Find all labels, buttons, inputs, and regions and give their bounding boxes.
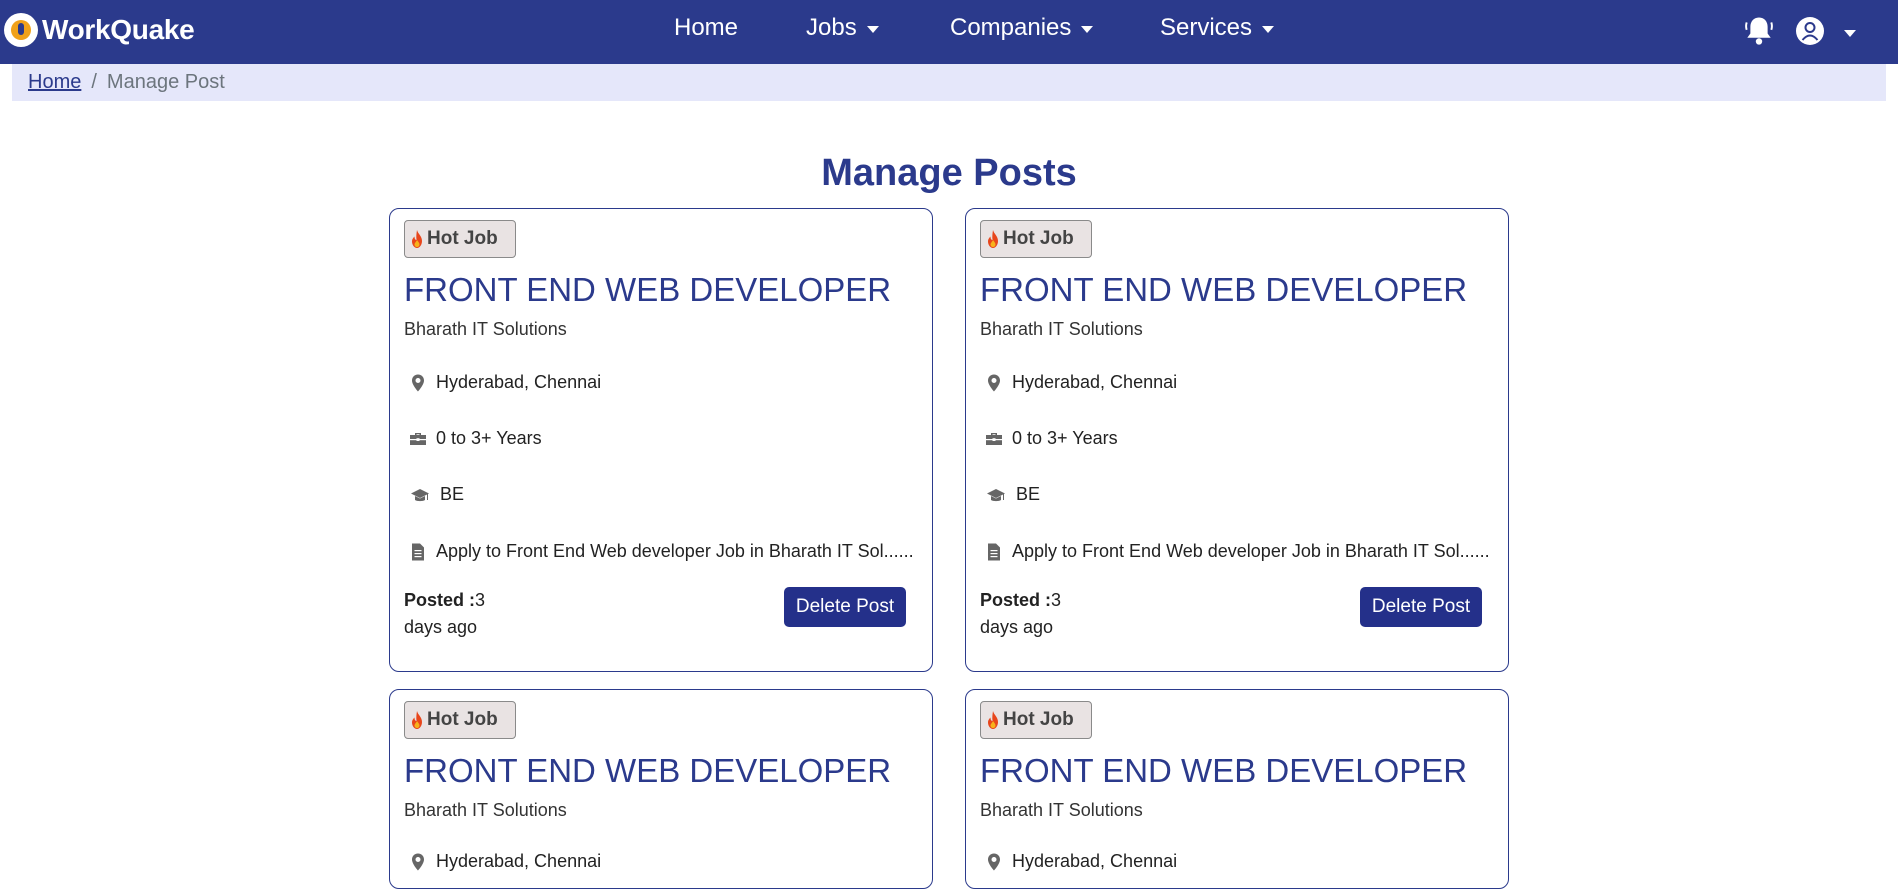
- education-text: BE: [1016, 484, 1041, 504]
- breadcrumb-home-link[interactable]: Home: [28, 71, 81, 94]
- breadcrumb: Home / Manage Post: [12, 64, 1886, 101]
- job-title[interactable]: FRONT END WEB DEVELOPER: [404, 752, 891, 790]
- nav-item-label: Home: [674, 14, 739, 41]
- posted-suffix: days ago: [980, 617, 1054, 637]
- top-navbar: WorkQuake Home Jobs Companies Services: [0, 0, 1898, 64]
- caret-down-icon: [866, 25, 879, 33]
- nav-item-home[interactable]: Home: [674, 14, 738, 42]
- document-icon: [988, 543, 1000, 560]
- briefcase-icon: [410, 432, 426, 445]
- company-name: Bharath IT Solutions: [404, 800, 567, 820]
- education-row: BE: [984, 484, 1040, 505]
- job-post-card: Hot Job FRONT END WEB DEVELOPER Bharath …: [389, 689, 933, 889]
- location-text: Hyderabad, Chennai: [1012, 851, 1178, 871]
- location-pin-icon: [412, 374, 424, 391]
- graduation-cap-icon: [987, 488, 1005, 501]
- posted-suffix: days ago: [404, 617, 478, 637]
- hot-job-label: Hot Job: [1003, 228, 1074, 249]
- experience-text: 0 to 3+ Years: [436, 428, 542, 448]
- breadcrumb-current: Manage Post: [106, 71, 225, 93]
- location-pin-icon: [988, 853, 1000, 870]
- hot-job-badge: Hot Job: [404, 220, 516, 258]
- flame-icon: [988, 230, 998, 248]
- user-avatar-icon[interactable]: [1795, 16, 1825, 46]
- location-row: Hyderabad, Chennai: [408, 851, 601, 872]
- job-title[interactable]: FRONT END WEB DEVELOPER: [980, 271, 1467, 309]
- document-icon: [412, 543, 424, 560]
- graduation-cap-icon: [411, 488, 429, 501]
- chevron-down-icon[interactable]: [1844, 30, 1856, 37]
- posted-value: 3: [1051, 590, 1062, 610]
- job-title[interactable]: FRONT END WEB DEVELOPER: [980, 752, 1467, 790]
- location-pin-icon: [988, 374, 1000, 391]
- delete-post-button[interactable]: Delete Post: [784, 587, 906, 627]
- caret-down-icon: [1081, 25, 1094, 33]
- hot-job-label: Hot Job: [427, 228, 498, 249]
- breadcrumb-separator: /: [91, 71, 97, 93]
- description-text: Apply to Front End Web developer Job in …: [436, 541, 914, 561]
- experience-row: 0 to 3+ Years: [984, 428, 1118, 449]
- location-row: Hyderabad, Chennai: [408, 372, 601, 393]
- job-post-card: Hot Job FRONT END WEB DEVELOPER Bharath …: [389, 208, 933, 672]
- education-text: BE: [440, 484, 465, 504]
- description-text: Apply to Front End Web developer Job in …: [1012, 541, 1490, 561]
- nav-item-services[interactable]: Services: [1160, 14, 1275, 42]
- delete-post-button[interactable]: Delete Post: [1360, 587, 1482, 627]
- bell-icon[interactable]: [1744, 15, 1774, 47]
- nav-item-label: Companies: [950, 14, 1072, 41]
- brand-name: WorkQuake: [42, 14, 195, 45]
- posted-value: 3: [475, 590, 486, 610]
- experience-row: 0 to 3+ Years: [408, 428, 542, 449]
- company-name: Bharath IT Solutions: [404, 319, 567, 339]
- flame-icon: [412, 711, 422, 729]
- nav-item-label: Services: [1160, 14, 1253, 41]
- description-row: Apply to Front End Web developer Job in …: [408, 541, 914, 562]
- hot-job-label: Hot Job: [1003, 709, 1074, 730]
- posted-info: Posted :3 days ago: [980, 587, 1061, 641]
- location-pin-icon: [412, 853, 424, 870]
- flame-icon: [988, 711, 998, 729]
- location-text: Hyderabad, Chennai: [1012, 372, 1178, 392]
- location-row: Hyderabad, Chennai: [984, 372, 1177, 393]
- location-text: Hyderabad, Chennai: [436, 372, 602, 392]
- location-text: Hyderabad, Chennai: [436, 851, 602, 871]
- job-title[interactable]: FRONT END WEB DEVELOPER: [404, 271, 891, 309]
- briefcase-icon: [986, 432, 1002, 445]
- hot-job-badge: Hot Job: [404, 701, 516, 739]
- experience-text: 0 to 3+ Years: [1012, 428, 1118, 448]
- brand[interactable]: WorkQuake: [4, 10, 195, 50]
- hot-job-badge: Hot Job: [980, 701, 1092, 739]
- hot-job-label: Hot Job: [427, 709, 498, 730]
- caret-down-icon: [1262, 25, 1275, 33]
- description-row: Apply to Front End Web developer Job in …: [984, 541, 1490, 562]
- education-row: BE: [408, 484, 464, 505]
- flame-icon: [412, 230, 422, 248]
- posted-info: Posted :3 days ago: [404, 587, 485, 641]
- company-name: Bharath IT Solutions: [980, 319, 1143, 339]
- posted-label: Posted :: [404, 590, 476, 610]
- location-row: Hyderabad, Chennai: [984, 851, 1177, 872]
- nav-item-label: Jobs: [806, 14, 857, 41]
- job-post-card: Hot Job FRONT END WEB DEVELOPER Bharath …: [965, 689, 1509, 889]
- nav-item-companies[interactable]: Companies: [950, 14, 1094, 42]
- nav-item-jobs[interactable]: Jobs: [806, 14, 879, 42]
- workquake-logo-icon: [4, 13, 38, 47]
- job-post-card: Hot Job FRONT END WEB DEVELOPER Bharath …: [965, 208, 1509, 672]
- company-name: Bharath IT Solutions: [980, 800, 1143, 820]
- hot-job-badge: Hot Job: [980, 220, 1092, 258]
- posted-label: Posted :: [980, 590, 1052, 610]
- page-title: Manage Posts: [821, 152, 1077, 194]
